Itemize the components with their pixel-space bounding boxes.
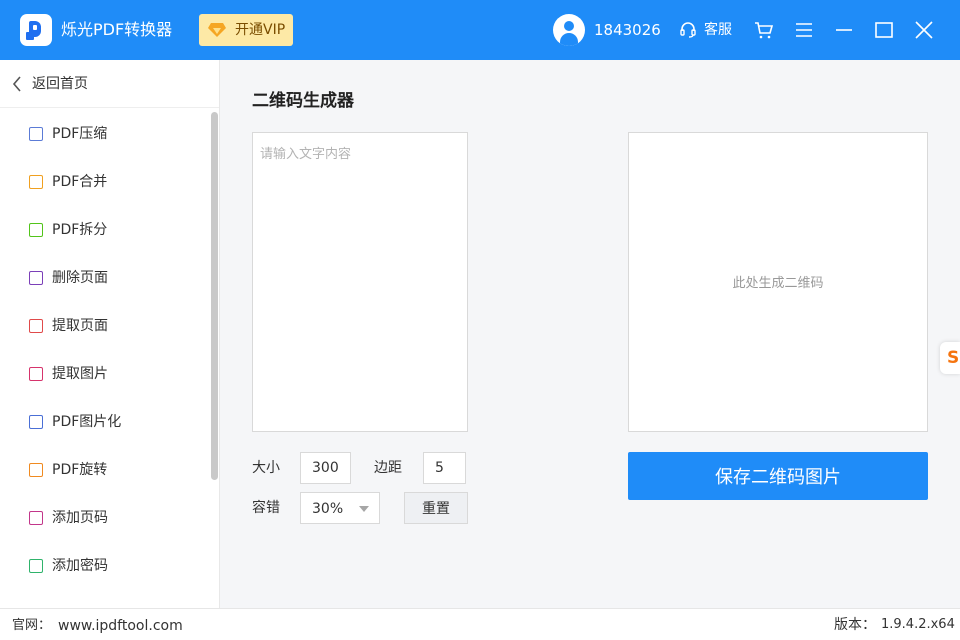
rotate-icon: [29, 463, 43, 477]
headset-icon: [680, 22, 696, 38]
diamond-icon: [208, 23, 226, 37]
sidebar-item-label: 提取页面: [52, 318, 108, 334]
maximize-icon[interactable]: [872, 18, 896, 42]
menu-icon[interactable]: [792, 18, 816, 42]
size-input[interactable]: [300, 452, 351, 484]
chevron-left-icon: [12, 76, 21, 92]
version-value: 1.9.4.2.x64: [881, 617, 955, 632]
page-title: 二维码生成器: [252, 91, 354, 111]
sidebar-item-pdf-split[interactable]: PDF拆分: [0, 206, 210, 254]
margin-input[interactable]: [423, 452, 466, 484]
title-bar: 烁光PDF转换器 开通VIP 1843026 客服: [0, 0, 960, 60]
app-logo-icon: [20, 14, 52, 46]
sidebar-item-extract-pages[interactable]: 提取页面: [0, 302, 210, 350]
sidebar-item-extract-images[interactable]: 提取图片: [0, 350, 210, 398]
website-label: 官网：: [12, 618, 52, 633]
error-correction-select[interactable]: 30%: [300, 492, 380, 524]
image-icon: [29, 415, 43, 429]
sidebar-item-label: 添加密码: [52, 558, 108, 574]
sidebar-item-add-page-numbers[interactable]: 添加页码: [0, 494, 210, 542]
sidebar-item-add-password[interactable]: 添加密码: [0, 542, 210, 590]
minimize-icon[interactable]: [832, 18, 856, 42]
sidebar-item-pdf-compress[interactable]: PDF压缩: [0, 110, 210, 158]
sidebar-item-label: 删除页面: [52, 270, 108, 286]
sidebar-item-label: 添加页码: [52, 510, 108, 526]
sidebar-item-label: PDF合并: [52, 174, 108, 190]
avatar[interactable]: [553, 14, 585, 46]
service-label: 客服: [704, 22, 732, 38]
caret-down-icon: [359, 506, 369, 512]
sidebar-item-label: PDF拆分: [52, 222, 108, 238]
lock-icon: [29, 559, 43, 573]
save-qr-button[interactable]: 保存二维码图片: [628, 452, 928, 500]
qr-text-input[interactable]: [252, 132, 468, 432]
qr-preview: 此处生成二维码: [628, 132, 928, 432]
sidebar-item-label: PDF图片化: [52, 414, 122, 430]
reset-button[interactable]: 重置: [404, 492, 468, 524]
sidebar-item-label: 提取图片: [52, 366, 108, 382]
sidebar-item-pdf-merge[interactable]: PDF合并: [0, 158, 210, 206]
page-number-icon: [29, 511, 43, 525]
merge-icon: [29, 175, 43, 189]
split-icon: [29, 223, 43, 237]
sidebar-scrollbar[interactable]: [211, 112, 218, 480]
sidebar-item-label: PDF旋转: [52, 462, 108, 478]
sidebar-item-label: PDF压缩: [52, 126, 108, 142]
cart-icon[interactable]: [752, 18, 776, 42]
delete-page-icon: [29, 271, 43, 285]
sidebar-item-pdf-rotate[interactable]: PDF旋转: [0, 446, 210, 494]
floating-side-icon[interactable]: S: [940, 342, 960, 374]
size-label: 大小: [252, 460, 280, 476]
sidebar: 返回首页 PDF压缩 PDF合并 PDF拆分 删除页面 提取页面 提取图片 PD…: [0, 60, 220, 608]
close-icon[interactable]: [912, 18, 936, 42]
s-logo-icon: S: [947, 348, 960, 368]
extract-image-icon: [29, 367, 43, 381]
compress-icon: [29, 127, 43, 141]
vip-label: 开通VIP: [235, 22, 286, 38]
error-correction-value: 30%: [312, 501, 344, 517]
sidebar-item-pdf-to-image[interactable]: PDF图片化: [0, 398, 210, 446]
back-home-button[interactable]: 返回首页: [0, 60, 219, 108]
app-title: 烁光PDF转换器: [61, 20, 173, 39]
error-correction-label: 容错: [252, 500, 280, 516]
extract-page-icon: [29, 319, 43, 333]
status-bar: 官网： www.ipdftool.com 版本： 1.9.4.2.x64: [0, 608, 960, 640]
qr-placeholder-text: 此处生成二维码: [732, 276, 824, 291]
margin-label: 边距: [374, 460, 402, 476]
back-home-label: 返回首页: [32, 76, 88, 92]
user-id[interactable]: 1843026: [594, 20, 661, 40]
sidebar-item-delete-pages[interactable]: 删除页面: [0, 254, 210, 302]
open-vip-button[interactable]: 开通VIP: [199, 14, 293, 46]
version-label: 版本：: [834, 617, 876, 633]
website-link[interactable]: www.ipdftool.com: [58, 618, 183, 634]
